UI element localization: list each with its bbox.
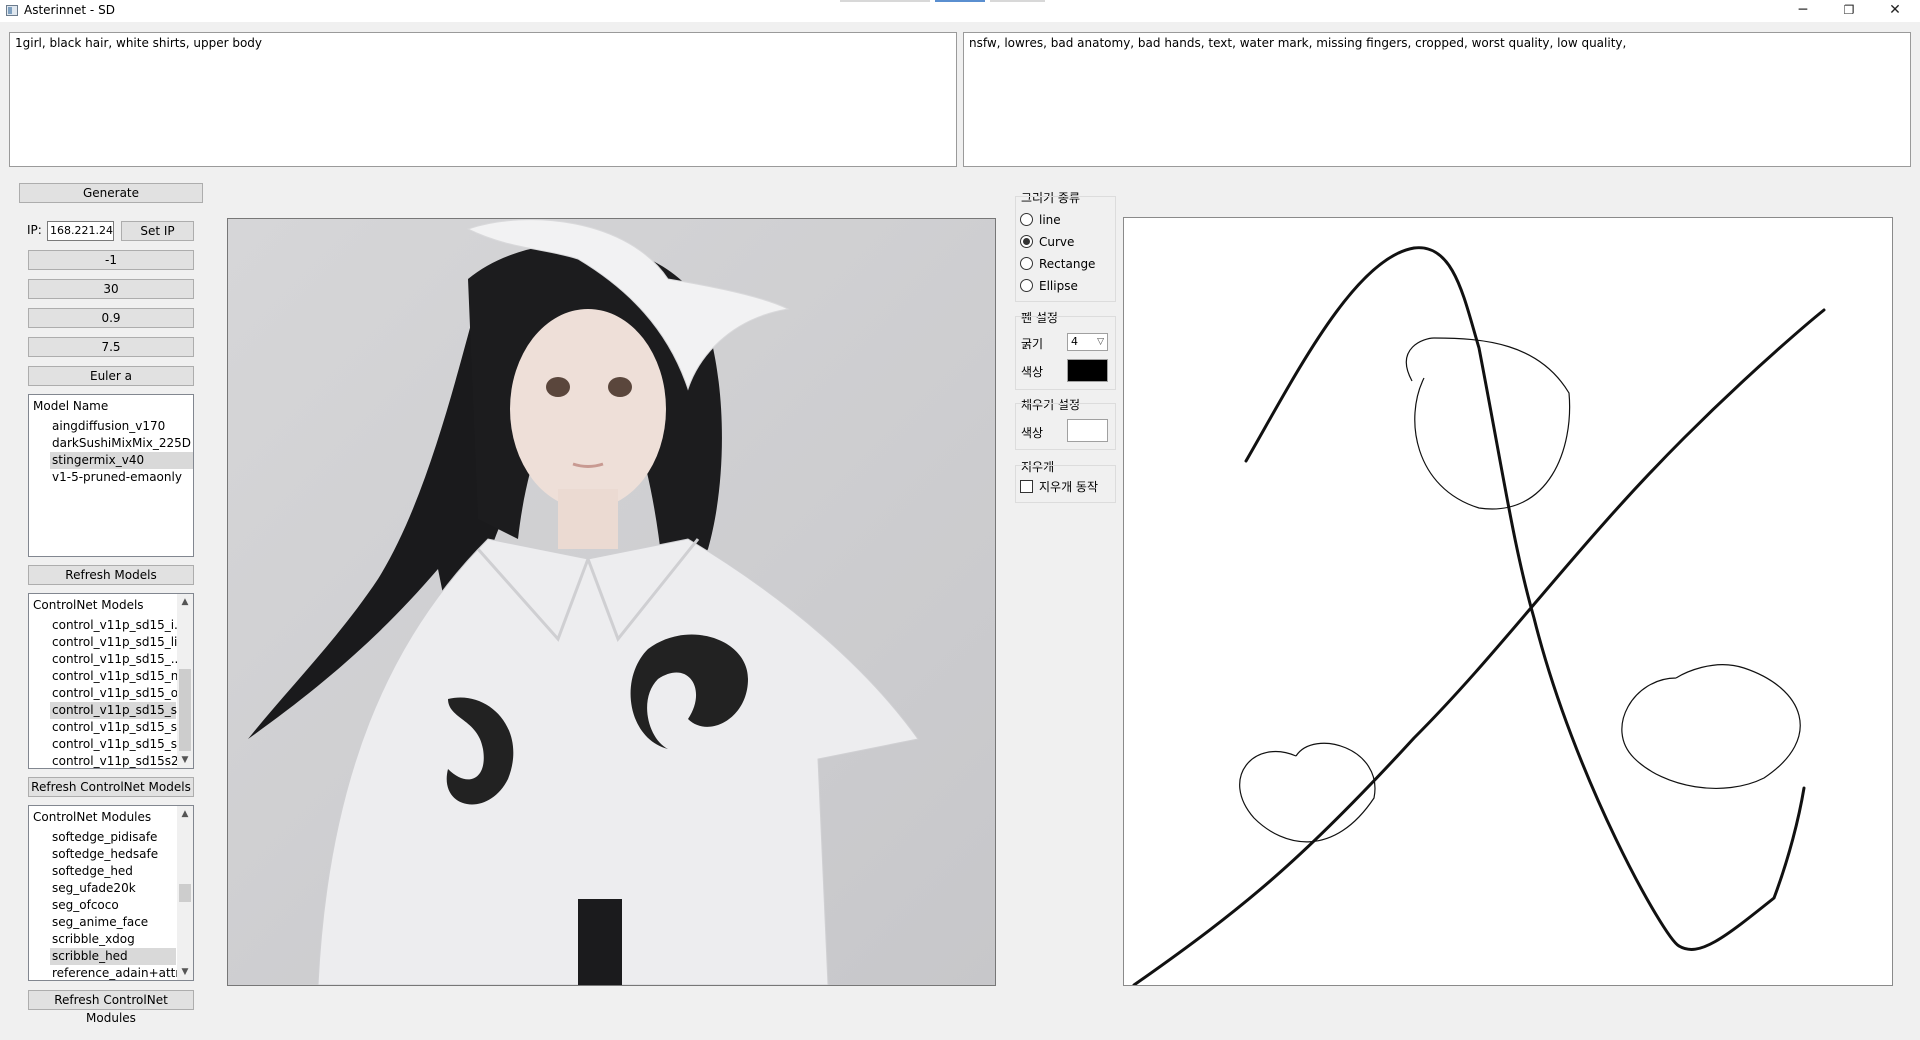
radio-selected-icon[interactable] (1020, 235, 1033, 248)
title-bar: Asterinnet - SD ─ ❐ ✕ (0, 0, 1920, 22)
scrollbar[interactable]: ▲ ▼ (177, 806, 193, 980)
drawing-canvas[interactable] (1123, 217, 1893, 987)
list-item[interactable]: softedge_hed (50, 863, 133, 880)
scroll-thumb[interactable] (179, 884, 191, 902)
list-item[interactable]: darkSushiMixMix_225D (50, 435, 191, 452)
list-item[interactable]: control_v11p_sd15_... (50, 651, 182, 668)
radio-icon[interactable] (1020, 257, 1033, 270)
list-item-selected[interactable]: scribble_hed (50, 948, 176, 965)
list-item[interactable]: control_v11p_sd15_s... (50, 736, 188, 753)
list-item[interactable]: seg_anime_face (50, 914, 148, 931)
ip-label: IP: (27, 223, 42, 237)
scribble-drawing (1132, 246, 1826, 987)
cfg-scale-button[interactable]: 7.5 (28, 337, 194, 357)
controlnet-module-list-header: ControlNet Modules (33, 810, 152, 824)
list-item[interactable]: seg_ufade20k (50, 880, 136, 897)
refresh-controlnet-modules-button[interactable]: Refresh ControlNet Modules (28, 990, 194, 1025)
seed-button[interactable]: -1 (28, 250, 194, 270)
list-item[interactable]: seg_ofcoco (50, 897, 119, 914)
shape-option-line[interactable]: line (1020, 211, 1061, 229)
controlnet-model-list[interactable]: ControlNet Models control_v11p_sd15_i...… (28, 593, 194, 769)
denoise-button[interactable]: 0.9 (28, 308, 194, 328)
taskbar-hint (840, 0, 930, 2)
list-item[interactable]: control_v11p_sd15_i... (50, 617, 186, 634)
scroll-down-icon[interactable]: ▼ (177, 964, 193, 980)
window-title: Asterinnet - SD (24, 3, 115, 17)
list-item[interactable]: softedge_hedsafe (50, 846, 158, 863)
refresh-controlnet-models-button[interactable]: Refresh ControlNet Models (28, 777, 194, 797)
list-item[interactable]: softedge_pidisafe (50, 829, 157, 846)
scroll-down-icon[interactable]: ▼ (177, 752, 193, 768)
chevron-down-icon: ▽ (1097, 337, 1104, 347)
app-icon (6, 5, 18, 16)
positive-prompt-input[interactable]: 1girl, black hair, white shirts, upper b… (9, 32, 957, 167)
pen-color-label: 색상 (1021, 365, 1044, 379)
list-item[interactable]: reference_adain+attn (50, 965, 183, 980)
scroll-thumb[interactable] (179, 669, 191, 751)
negative-prompt-input[interactable]: nsfw, lowres, bad anatomy, bad hands, te… (963, 32, 1911, 167)
generated-portrait-image (228, 219, 995, 985)
sampler-button[interactable]: Euler a (28, 366, 194, 386)
list-item[interactable]: aingdiffusion_v170 (50, 418, 165, 435)
fill-color-swatch[interactable] (1067, 419, 1108, 442)
steps-button[interactable]: 30 (28, 279, 194, 299)
generate-button[interactable]: Generate (19, 183, 203, 203)
minimize-button[interactable]: ─ (1780, 0, 1826, 22)
generated-image (227, 218, 996, 986)
fill-color-label: 색상 (1021, 426, 1044, 440)
shape-option-rectangle[interactable]: Rectange (1020, 255, 1095, 273)
list-item[interactable]: control_v11p_sd15s2... (50, 753, 190, 768)
list-item[interactable]: control_v11p_sd15_s... (50, 719, 188, 736)
list-item[interactable]: control_v11p_sd15_li... (50, 634, 189, 651)
maximize-button[interactable]: ❐ (1826, 0, 1872, 22)
list-item[interactable]: control_v11p_sd15_n... (50, 668, 190, 685)
controlnet-model-list-header: ControlNet Models (33, 598, 144, 612)
taskbar-hint-active (935, 0, 985, 2)
controlnet-module-list[interactable]: ControlNet Modules softedge_pidisafe sof… (28, 805, 194, 981)
set-ip-button[interactable]: Set IP (121, 221, 194, 241)
list-item[interactable]: scribble_xdog (50, 931, 135, 948)
thickness-select[interactable]: 4 ▽ (1067, 333, 1108, 351)
thickness-label: 굵기 (1021, 337, 1044, 351)
radio-icon[interactable] (1020, 213, 1033, 226)
list-item[interactable]: v1-5-pruned-emaonly (50, 469, 182, 486)
close-button[interactable]: ✕ (1872, 0, 1918, 22)
ip-input[interactable]: 168.221.248 (47, 221, 114, 241)
model-list-header: Model Name (33, 399, 109, 413)
scrollbar[interactable]: ▲ ▼ (177, 594, 193, 768)
taskbar-hint (990, 0, 1045, 2)
eraser-toggle[interactable]: 지우개 동작 (1020, 478, 1098, 496)
scroll-up-icon[interactable]: ▲ (177, 806, 193, 822)
radio-icon[interactable] (1020, 279, 1033, 292)
list-item-selected[interactable]: control_v11p_sd15_s... (50, 702, 188, 719)
shape-option-ellipse[interactable]: Ellipse (1020, 277, 1078, 295)
scroll-up-icon[interactable]: ▲ (177, 594, 193, 610)
model-list[interactable]: Model Name aingdiffusion_v170 darkSushiM… (28, 394, 194, 557)
pen-color-swatch[interactable] (1067, 359, 1108, 382)
refresh-models-button[interactable]: Refresh Models (28, 565, 194, 585)
shape-option-curve[interactable]: Curve (1020, 233, 1074, 251)
list-item-selected[interactable]: stingermix_v40 (50, 452, 193, 469)
list-item[interactable]: control_v11p_sd15_o... (50, 685, 189, 702)
checkbox-icon[interactable] (1020, 480, 1033, 493)
